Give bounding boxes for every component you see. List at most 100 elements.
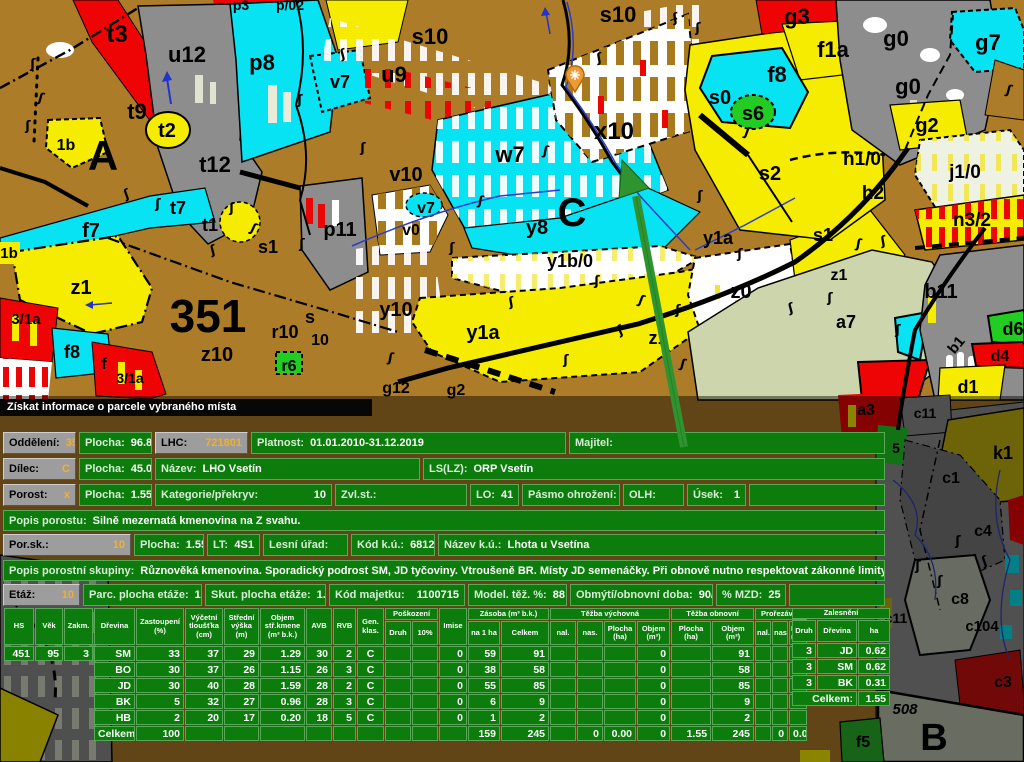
table-cell	[35, 726, 63, 741]
table-cell: 3	[792, 659, 816, 674]
table-cell: 2	[136, 710, 184, 725]
table-header-cell: Plocha (ha)	[671, 621, 711, 645]
map-label: y1b/0	[547, 251, 593, 271]
table-header-cell: Zalesnění	[792, 608, 890, 619]
table-cell: 2	[501, 710, 549, 725]
table-cell: SM	[817, 659, 857, 674]
field-majitel: Majitel:	[569, 432, 885, 454]
squiggle-symbol: ʃ	[694, 21, 701, 36]
table-cell	[385, 646, 411, 661]
squiggle-symbol: ʃ	[228, 201, 235, 216]
table-cell: 0	[439, 710, 467, 725]
table-cell: 38	[468, 662, 500, 677]
table-cell: 3	[792, 643, 816, 658]
table-cell	[4, 678, 34, 693]
squiggle-symbol: ʃ	[154, 197, 161, 212]
table-cell: 245	[712, 726, 754, 741]
map-label: b11	[924, 281, 957, 303]
table-header-cell: nas.	[772, 621, 788, 645]
table-cell: 26	[306, 662, 332, 677]
table-cell: 3	[64, 646, 93, 661]
table-cell	[224, 726, 259, 741]
table-cell: BK	[817, 675, 857, 690]
map-label: t3	[106, 21, 127, 48]
table-header-cell: Těžba výchovná	[550, 608, 670, 620]
field-pasmo: Pásmo ohrožení:D	[522, 484, 620, 506]
field-model-tez: Model. těž. %:88	[468, 584, 567, 606]
table-header-cell: AVB	[306, 608, 332, 645]
map-label: s	[305, 307, 315, 327]
table-cell	[577, 694, 603, 709]
map-label: s10	[600, 2, 637, 27]
map-label: g7	[975, 30, 1001, 55]
table-cell	[550, 678, 576, 693]
squiggle-symbol: ʃ	[448, 241, 455, 256]
map-label: r6	[281, 358, 296, 375]
table-cell: C	[357, 710, 384, 725]
squiggle-symbol: ʃ	[296, 93, 303, 108]
map-label: s1	[258, 237, 278, 257]
table-cell: 58	[712, 662, 754, 677]
table-row: BK532270.96283C06909	[4, 694, 807, 709]
table-row: Celkem:1.55	[792, 691, 890, 706]
table-cell: 0	[577, 726, 603, 741]
map-label: s1	[813, 225, 833, 245]
map-label: x10	[594, 118, 634, 145]
table-cell	[550, 726, 576, 741]
table-cell: 17	[224, 710, 259, 725]
table-cell	[333, 726, 356, 741]
table-header-cell: nas.	[577, 621, 603, 645]
table-header-cell: Poškození	[385, 608, 438, 620]
table-cell	[671, 678, 711, 693]
table-cell	[577, 678, 603, 693]
map-label: 3/1a	[116, 370, 143, 386]
table-cell: 0	[637, 710, 670, 725]
field-platnost: Platnost:01.01.2010-31.12.2019	[251, 432, 566, 454]
map-label: j1/0	[948, 162, 981, 183]
map-label: f8	[64, 342, 80, 362]
table-cell: 0.62	[858, 643, 890, 658]
table-header-cell: nal.	[550, 621, 576, 645]
table-cell: SM	[94, 646, 135, 661]
table-header-cell: Věk	[35, 608, 63, 645]
table-cell: 58	[501, 662, 549, 677]
field-empty-1	[749, 484, 885, 506]
table-cell	[755, 662, 771, 677]
table-cell: 28	[306, 678, 332, 693]
table-cell: 1	[468, 710, 500, 725]
table-row: Celkem:10015924500.0001.5524500.00	[4, 726, 807, 741]
squiggle-symbol: ʃ	[29, 57, 36, 72]
table-cell	[35, 662, 63, 677]
map-label: d6	[1002, 319, 1023, 339]
table-cell: 91	[501, 646, 549, 661]
table-cell: 59	[468, 646, 500, 661]
map-label: f	[101, 356, 107, 373]
table-cell	[357, 726, 384, 741]
map-label: u9	[381, 62, 407, 87]
table-cell: 29	[224, 646, 259, 661]
table-cell	[385, 710, 411, 725]
field-lt: LT:4S1	[207, 534, 260, 556]
table-cell: 0	[637, 694, 670, 709]
field-plocha-porsk: Plocha:1.55	[134, 534, 204, 556]
table-cell	[772, 694, 788, 709]
field-plocha-oddeleni: Plocha:96.81	[79, 432, 152, 454]
table-cell	[755, 726, 771, 741]
table-header-cell: Dřevina	[817, 620, 857, 642]
table-cell: 85	[501, 678, 549, 693]
table-cell: C	[357, 662, 384, 677]
table-cell	[35, 678, 63, 693]
table-cell	[550, 662, 576, 677]
app-window: t3p3p/02u12p8v7s10u9s10w7x10g3f1af8g0g0g…	[0, 0, 1024, 762]
table-cell: 245	[501, 726, 549, 741]
map-label: z1	[831, 267, 848, 284]
table-cell	[412, 646, 438, 661]
table-cell: 0	[637, 646, 670, 661]
map-label: h2	[862, 183, 884, 204]
table-header-cell: HS	[4, 608, 34, 645]
field-parc-plocha: Parc. plocha etáže:1.55	[83, 584, 202, 606]
table-header-cell: Objem (m³)	[637, 621, 670, 645]
table-cell: 0.20	[260, 710, 305, 725]
table-cell: 1.59	[260, 678, 305, 693]
table-cell	[439, 726, 467, 741]
